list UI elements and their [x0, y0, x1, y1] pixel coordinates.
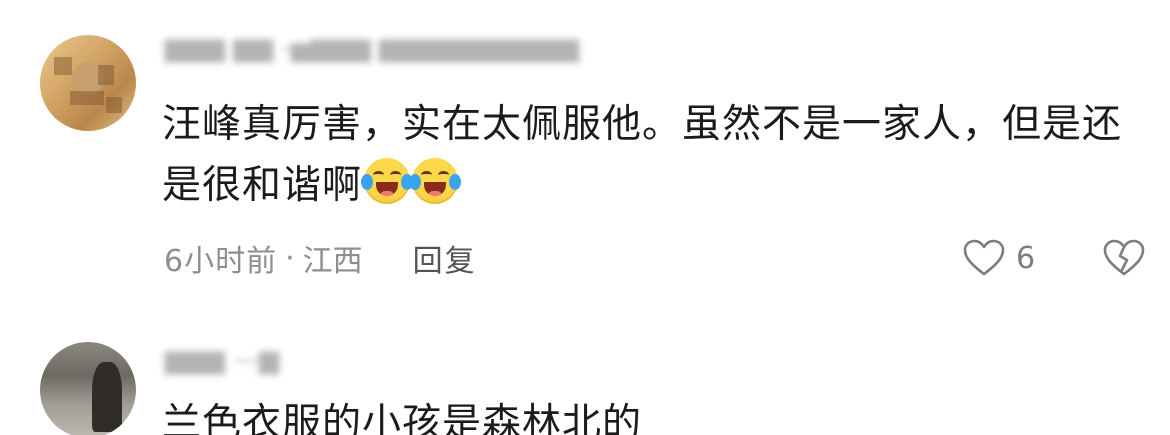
heart-outline-icon — [963, 239, 1005, 276]
reply-button[interactable]: 回复 — [413, 236, 477, 280]
comment-time: 6小时前 — [164, 244, 278, 279]
username-text: ▆▆▆ —▆ — [165, 345, 280, 375]
comment-list: ▆▆▆ ▆▆ -▅▆▆▆ ▆▆▆▆▆▆▆▆▆▆ 汪峰真厉害，实在太佩服他。虽然不… — [0, 0, 1170, 435]
comment-body: 兰色衣服的小孩是森林北的 — [162, 393, 1152, 435]
laugh-cry-emoji — [361, 158, 414, 204]
username[interactable]: ▆▆▆ —▆ — [165, 342, 279, 378]
comment-item: ▆▆▆ —▆ 兰色衣服的小孩是森林北的 — [0, 330, 1170, 435]
comment-location: 江西 — [302, 244, 363, 279]
comment-meta: 6小时前 · 江西 回复 — [164, 236, 477, 280]
broken-heart-icon — [1103, 239, 1145, 276]
username[interactable]: ▆▆▆ ▆▆ -▅▆▆▆ ▆▆▆▆▆▆▆▆▆▆ — [165, 30, 579, 66]
username-text: ▆▆▆ ▆▆ -▅▆▆▆ ▆▆▆▆▆▆▆▆▆▆ — [165, 33, 580, 63]
comment-body: 汪峰真厉害，实在太佩服他。虽然不是一家人，但是还是很和谐啊 — [162, 94, 1152, 216]
comment-item: ▆▆▆ ▆▆ -▅▆▆▆ ▆▆▆▆▆▆▆▆▆▆ 汪峰真厉害，实在太佩服他。虽然不… — [0, 0, 1170, 320]
like-button[interactable]: 6 — [962, 236, 1035, 280]
laugh-cry-emoji — [409, 158, 462, 204]
comment-text: 兰色衣服的小孩是森林北的 — [162, 401, 643, 435]
dislike-button[interactable] — [1102, 236, 1146, 280]
avatar[interactable] — [40, 35, 136, 131]
comment-text: 汪峰真厉害，实在太佩服他。虽然不是一家人，但是还是很和谐啊 — [162, 102, 1123, 208]
like-count: 6 — [1016, 240, 1036, 276]
avatar[interactable] — [40, 342, 136, 435]
meta-separator: · — [285, 240, 295, 276]
